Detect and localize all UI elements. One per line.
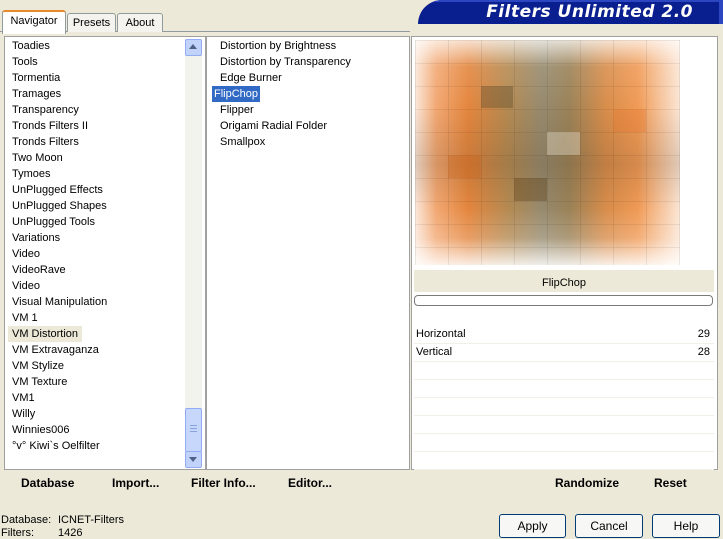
param-row-empty bbox=[414, 362, 714, 380]
scroll-down-button[interactable] bbox=[185, 451, 202, 468]
list-item-selected[interactable]: FlipChop bbox=[212, 86, 261, 102]
list-item[interactable]: Distortion by Transparency bbox=[220, 54, 351, 70]
apply-button[interactable]: Apply bbox=[499, 514, 566, 538]
list-item[interactable]: Edge Burner bbox=[220, 70, 282, 86]
param-value[interactable]: 28 bbox=[698, 346, 710, 358]
app-title: Filters Unlimited 2.0 bbox=[486, 2, 693, 22]
param-name: Horizontal bbox=[416, 328, 466, 340]
param-row-empty bbox=[414, 380, 714, 398]
param-value[interactable]: 29 bbox=[698, 328, 710, 340]
category-items: Toadies Tools Tormentia Tramages Transpa… bbox=[5, 37, 183, 467]
list-item[interactable]: Visual Manipulation bbox=[12, 294, 107, 310]
list-item[interactable]: VM1 bbox=[12, 390, 35, 406]
list-item[interactable]: Tymoes bbox=[12, 166, 51, 182]
list-item[interactable]: UnPlugged Shapes bbox=[12, 198, 107, 214]
param-row-empty bbox=[414, 434, 714, 452]
tab-presets[interactable]: Presets bbox=[67, 13, 116, 32]
list-item[interactable]: Smallpox bbox=[220, 134, 265, 150]
editor-button[interactable]: Editor... bbox=[288, 476, 332, 490]
list-item[interactable]: Origami Radial Folder bbox=[220, 118, 327, 134]
title-banner: Filters Unlimited 2.0 bbox=[418, 0, 723, 24]
chevron-up-icon bbox=[189, 44, 197, 49]
list-item[interactable]: VM Extravaganza bbox=[12, 342, 99, 358]
list-item[interactable]: Tormentia bbox=[12, 70, 60, 86]
tab-about[interactable]: About bbox=[117, 13, 163, 32]
cancel-button[interactable]: Cancel bbox=[575, 514, 643, 538]
list-item[interactable]: Video bbox=[12, 246, 40, 262]
param-row-empty bbox=[414, 452, 714, 470]
filter-name-label: FlipChop bbox=[414, 270, 714, 292]
progress-bar bbox=[414, 295, 713, 306]
help-button[interactable]: Help bbox=[652, 514, 720, 538]
list-item[interactable]: Variations bbox=[12, 230, 60, 246]
param-row[interactable]: Vertical 28 bbox=[414, 344, 714, 362]
list-item[interactable]: Tronds Filters II bbox=[12, 118, 88, 134]
import-button[interactable]: Import... bbox=[112, 476, 159, 490]
param-row-empty bbox=[414, 416, 714, 434]
status-filters-label: Filters: bbox=[1, 527, 34, 539]
status-filters-value: 1426 bbox=[58, 527, 83, 539]
list-item[interactable]: Tronds Filters bbox=[12, 134, 79, 150]
list-item[interactable]: °v° Kiwi`s Oelfilter bbox=[12, 438, 100, 454]
list-item[interactable]: Two Moon bbox=[12, 150, 63, 166]
randomize-button[interactable]: Randomize bbox=[555, 476, 619, 490]
list-item[interactable]: Tools bbox=[12, 54, 38, 70]
scroll-up-button[interactable] bbox=[185, 39, 202, 56]
list-item[interactable]: Toadies bbox=[12, 38, 50, 54]
list-item[interactable]: VM Stylize bbox=[12, 358, 64, 374]
filter-info-button[interactable]: Filter Info... bbox=[191, 476, 256, 490]
list-item[interactable]: VM 1 bbox=[12, 310, 38, 326]
param-row-empty bbox=[414, 398, 714, 416]
list-item[interactable]: Tramages bbox=[12, 86, 61, 102]
chevron-down-icon bbox=[189, 457, 197, 462]
status-database-label: Database: bbox=[1, 514, 52, 526]
list-item[interactable]: Flipper bbox=[220, 102, 254, 118]
list-item[interactable]: UnPlugged Tools bbox=[12, 214, 95, 230]
category-scrollbar[interactable] bbox=[185, 39, 202, 467]
status-database-value: ICNET-Filters bbox=[58, 514, 124, 526]
param-row[interactable]: Horizontal 29 bbox=[414, 326, 714, 344]
list-item[interactable]: Video bbox=[12, 278, 40, 294]
preview-image bbox=[415, 40, 680, 265]
list-item[interactable]: Distortion by Brightness bbox=[220, 38, 336, 54]
list-item[interactable]: Willy bbox=[12, 406, 35, 422]
list-item[interactable]: UnPlugged Effects bbox=[12, 182, 103, 198]
tab-navigator[interactable]: Navigator bbox=[2, 10, 66, 34]
list-item[interactable]: VideoRave bbox=[12, 262, 66, 278]
reset-button[interactable]: Reset bbox=[654, 476, 687, 490]
param-name: Vertical bbox=[416, 346, 453, 358]
scrollbar-thumb[interactable] bbox=[185, 408, 202, 452]
list-item-selected[interactable]: VM Distortion bbox=[8, 326, 83, 342]
list-item[interactable]: Winnies006 bbox=[12, 422, 69, 438]
list-item[interactable]: Transparency bbox=[12, 102, 79, 118]
list-item[interactable]: VM Texture bbox=[12, 374, 67, 390]
database-button[interactable]: Database bbox=[21, 476, 74, 490]
